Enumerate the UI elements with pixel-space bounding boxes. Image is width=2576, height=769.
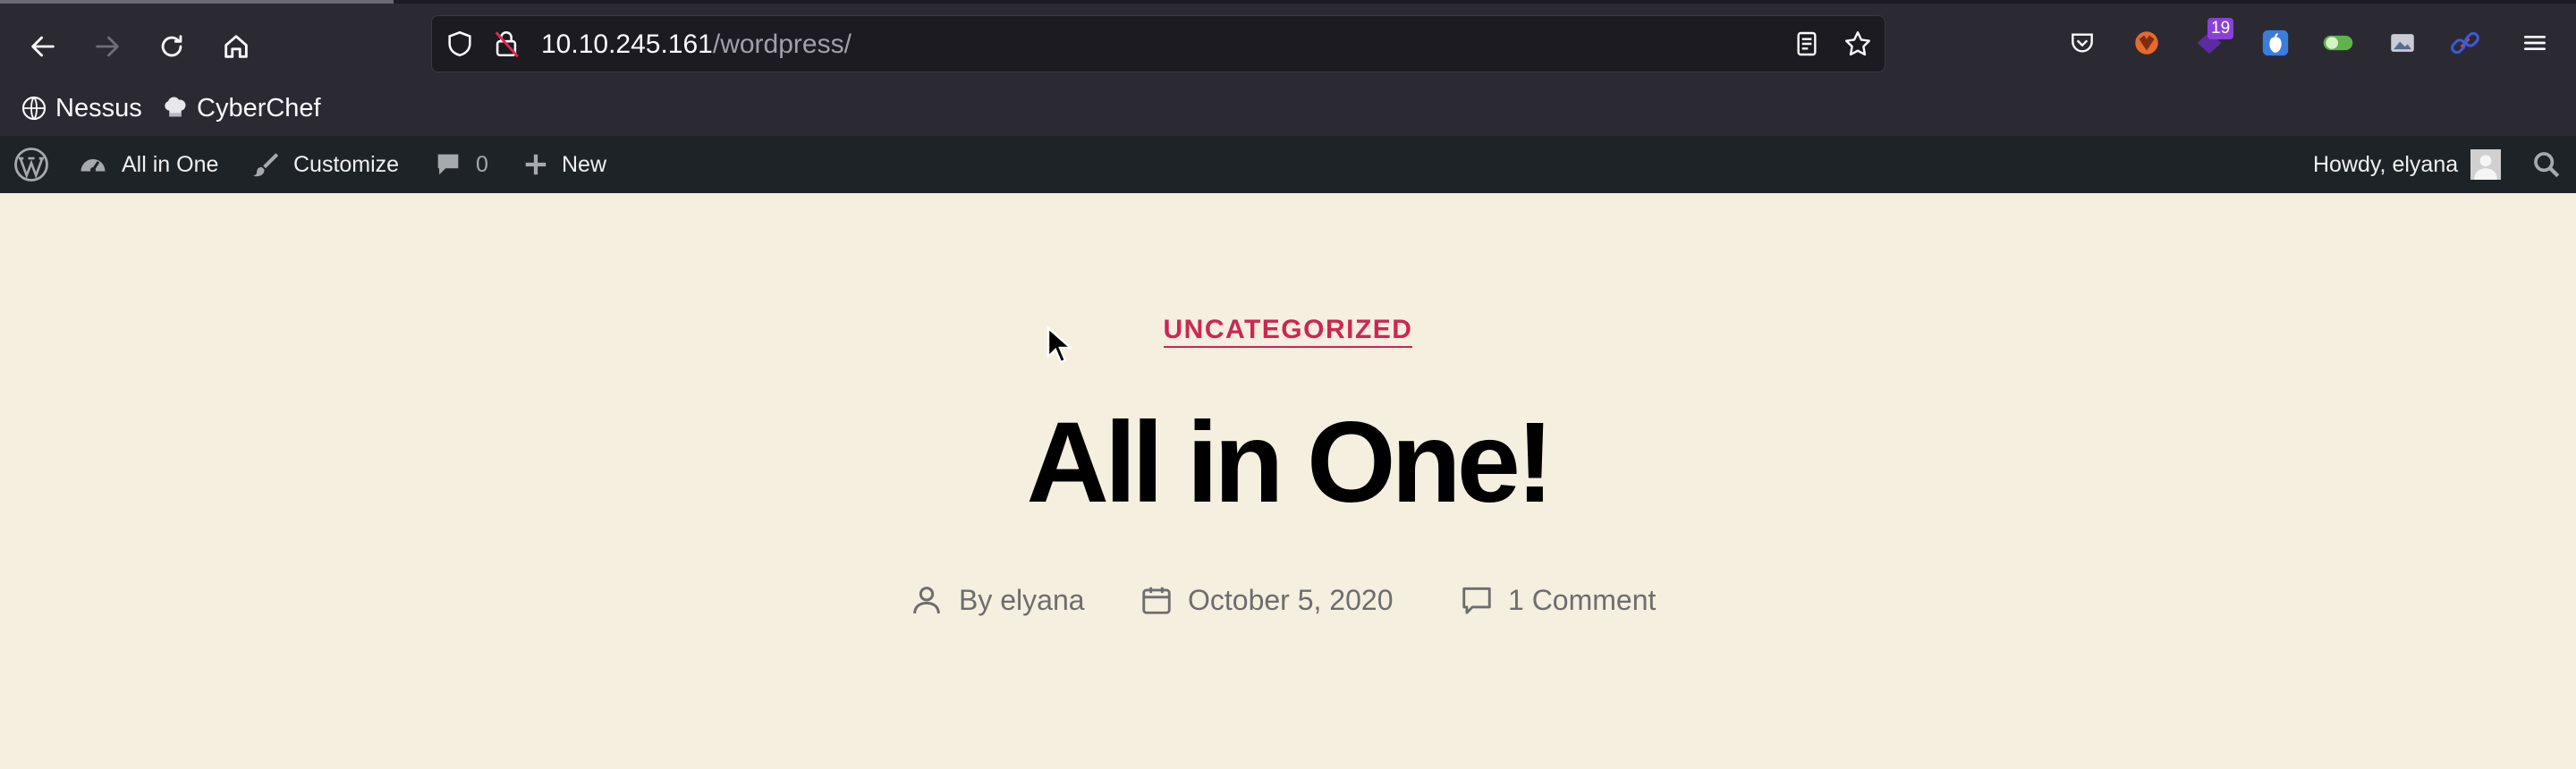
customize-link[interactable]: Customize — [250, 136, 399, 193]
admin-search-button[interactable] — [2531, 136, 2574, 193]
toggle-extension-icon — [2323, 35, 2353, 51]
cookie-editor-extension[interactable] — [2318, 23, 2358, 63]
post-title: All in One! — [1026, 399, 1555, 527]
arrow-right-icon — [96, 36, 119, 57]
new-content-menu[interactable]: New — [522, 136, 606, 193]
calendar-icon — [1142, 587, 1171, 614]
fox-icon — [2135, 31, 2158, 55]
paintbrush-icon — [252, 153, 279, 177]
link-extension[interactable] — [2445, 23, 2485, 63]
home-icon — [225, 35, 248, 58]
post-comments[interactable]: 1 Comment — [1460, 578, 1656, 622]
back-button[interactable] — [18, 21, 68, 72]
chain-link-icon — [2451, 31, 2479, 55]
globe-icon — [21, 96, 47, 121]
howdy-text: Howdy, elyana — [2313, 151, 2459, 177]
reload-button[interactable] — [147, 21, 197, 72]
wp-logo-menu[interactable] — [13, 136, 63, 193]
reader-view-icon[interactable] — [1792, 30, 1821, 58]
shield-icon[interactable] — [445, 29, 475, 59]
image-icon — [2391, 34, 2414, 52]
plus-icon — [525, 154, 547, 175]
active-tab[interactable] — [0, 0, 394, 4]
comment-bubble-icon — [437, 154, 459, 175]
url-bar[interactable]: 10.10.245.161/wordpress/ — [431, 15, 1885, 72]
comment-count: 0 — [476, 151, 488, 177]
avatar — [2470, 149, 2502, 180]
bookmark-label: Nessus — [55, 93, 142, 123]
bookmark-star-icon[interactable] — [1843, 29, 1873, 59]
bookmark-label: CyberChef — [197, 93, 321, 123]
apple-extension[interactable] — [2256, 23, 2295, 63]
new-label: New — [562, 151, 607, 177]
foxyproxy-extension[interactable] — [2127, 23, 2166, 63]
wordpress-logo-icon — [14, 148, 48, 182]
site-name: All in One — [122, 151, 219, 177]
forward-button[interactable] — [82, 21, 132, 72]
bookmark-cyberchef[interactable]: CyberChef — [161, 88, 321, 129]
mouse-cursor-icon — [1046, 326, 1072, 364]
url-path: /wordpress/ — [712, 30, 852, 59]
customize-label: Customize — [293, 151, 400, 177]
apple-icon — [2262, 30, 2289, 56]
post-header: UNCATEGORIZED All in One! By elyana Octo… — [0, 193, 2576, 769]
url-text[interactable]: 10.10.245.161/wordpress/ — [541, 29, 852, 61]
browser-chrome: 10.10.245.161/wordpress/ 19 Nessus Cyber… — [0, 0, 2576, 136]
arrow-left-icon — [31, 36, 55, 57]
post-author[interactable]: By elyana — [909, 578, 1085, 622]
image-extension[interactable] — [2383, 23, 2422, 63]
user-icon — [913, 587, 940, 614]
comments-link[interactable]: 0 — [433, 136, 488, 193]
category-link-wrapper: UNCATEGORIZED — [0, 315, 2576, 348]
hamburger-menu-icon — [2524, 35, 2546, 50]
wp-admin-bar: All in One Customize 0 New Howdy, elyana — [0, 136, 2576, 193]
pocket-icon — [2072, 33, 2093, 53]
app-menu-button[interactable] — [2515, 23, 2555, 63]
site-name-menu[interactable]: All in One — [77, 136, 218, 193]
extension-badge: 19 — [2207, 18, 2234, 39]
category-link[interactable]: UNCATEGORIZED — [1163, 315, 1413, 348]
chef-hat-icon — [165, 97, 186, 117]
comment-icon — [1462, 587, 1491, 614]
home-button[interactable] — [211, 21, 261, 72]
pocket-button[interactable] — [2063, 23, 2102, 63]
bookmarks-toolbar: Nessus CyberChef — [0, 88, 894, 132]
dashboard-gauge-icon — [80, 158, 106, 173]
author-text: By elyana — [959, 583, 1085, 616]
my-account-menu[interactable]: Howdy, elyana — [2313, 136, 2502, 193]
comments-text: 1 Comment — [1508, 583, 1657, 616]
date-text: October 5, 2020 — [1188, 583, 1394, 616]
insecure-lock-icon[interactable] — [491, 29, 521, 59]
search-icon — [2534, 152, 2560, 178]
tab-strip — [0, 0, 2576, 4]
bookmark-nessus[interactable]: Nessus — [20, 88, 142, 129]
reload-icon — [161, 35, 182, 57]
extension-with-badge[interactable]: 19 — [2190, 18, 2234, 63]
url-host: 10.10.245.161 — [541, 30, 713, 59]
post-date[interactable]: October 5, 2020 — [1140, 578, 1393, 622]
